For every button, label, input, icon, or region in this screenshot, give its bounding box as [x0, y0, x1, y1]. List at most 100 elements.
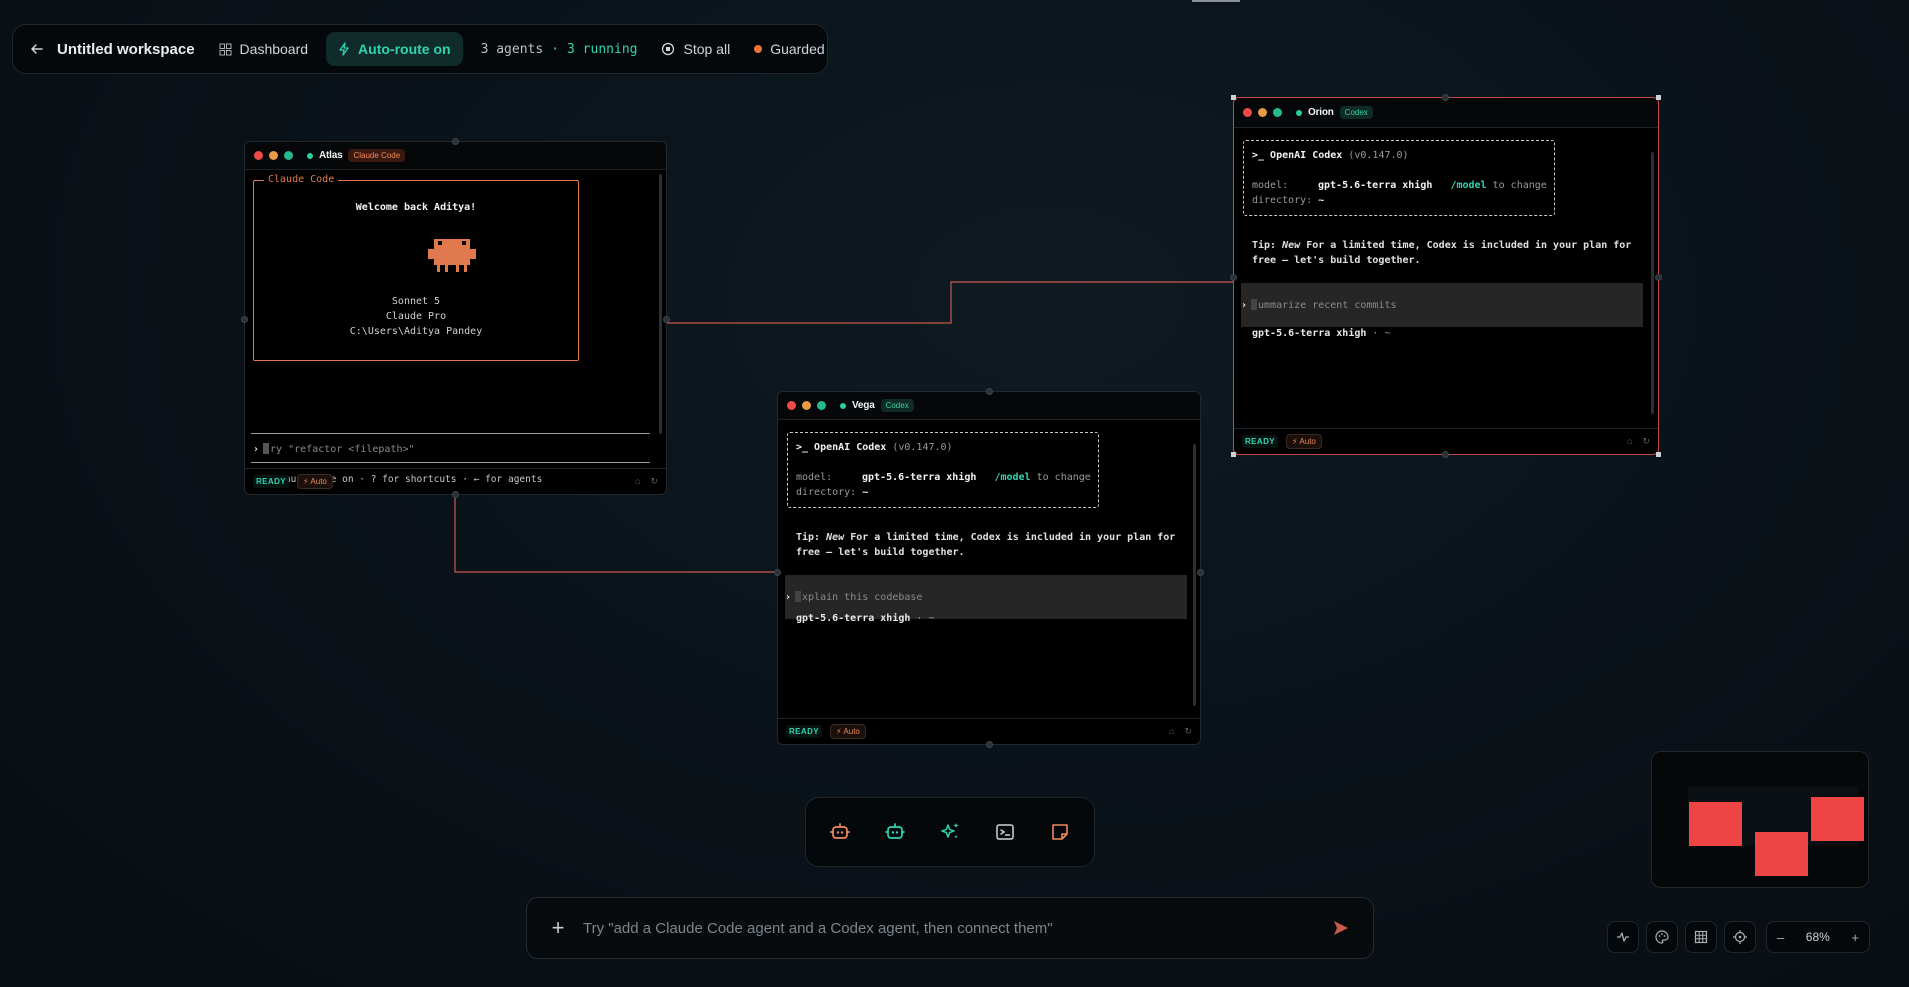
top-indicator [1192, 0, 1240, 2]
resize-handle-top-right[interactable] [1656, 95, 1661, 100]
connect-handle-left[interactable] [1230, 274, 1237, 281]
stop-all-button[interactable]: Stop all [649, 32, 742, 66]
terminal-output[interactable]: Claude Code Welcome back Aditya! Sonnet … [245, 170, 666, 485]
auto-route-toggle[interactable]: Auto-route on [326, 32, 463, 66]
restart-icon[interactable]: ↻ [1642, 436, 1650, 447]
maximize-button[interactable] [817, 401, 826, 410]
resize-handle-bottom-right[interactable] [1656, 452, 1661, 457]
command-input[interactable] [583, 919, 1311, 937]
codex-tip: Tip: New For a limited time, Codex is in… [1252, 238, 1631, 268]
scrollbar[interactable] [1193, 444, 1196, 706]
zoom-out-button[interactable]: – [1777, 930, 1784, 945]
tip-new: New [826, 532, 845, 543]
send-button[interactable] [1327, 914, 1355, 942]
connect-handle-bottom[interactable] [986, 741, 993, 748]
add-terminal-button[interactable] [990, 817, 1021, 848]
connect-handle-right[interactable] [663, 316, 670, 323]
maximize-button[interactable] [1273, 108, 1282, 117]
auto-mode-badge[interactable]: ⚡ Auto [830, 724, 866, 739]
prompt-input[interactable]: ›Try "refactor <filepath>" [253, 443, 415, 455]
connect-handle-left[interactable] [774, 569, 781, 576]
window-titlebar[interactable]: Atlas Claude Code [245, 142, 666, 170]
guarded-mode-button[interactable]: Guarded [742, 32, 836, 66]
ai-assist-button[interactable] [935, 817, 966, 848]
connect-handle-top[interactable] [1442, 94, 1449, 101]
terminal-output[interactable]: >_ OpenAI Codex (v0.147.0) model: gpt-5.6… [778, 420, 1200, 718]
prompt-placeholder: ry "refactor <filepath>" [270, 444, 415, 455]
connect-handle-right[interactable] [1655, 274, 1662, 281]
maximize-button[interactable] [284, 151, 293, 160]
pin-icon[interactable]: ⌂ [1169, 726, 1174, 737]
auto-mode-badge[interactable]: ⚡ Auto [1286, 434, 1322, 449]
close-button[interactable] [787, 401, 796, 410]
workspace-title[interactable]: Untitled workspace [53, 41, 195, 58]
connect-handle-left[interactable] [241, 316, 248, 323]
add-attachment-button[interactable]: + [549, 915, 567, 941]
minimize-button[interactable] [269, 151, 278, 160]
scrollbar[interactable] [1651, 152, 1654, 414]
dashboard-button[interactable]: Dashboard [207, 32, 321, 66]
window-titlebar[interactable]: Vega Codex [778, 392, 1200, 420]
connect-handle-top[interactable] [452, 138, 459, 145]
theme-button[interactable] [1646, 921, 1678, 953]
dot-separator: · [551, 41, 560, 57]
add-note-button[interactable] [1045, 817, 1076, 848]
terminal-output[interactable]: >_ OpenAI Codex (v0.147.0) model: gpt-5.6… [1234, 126, 1658, 428]
model-value: gpt-5.6-terra xhigh [1318, 180, 1433, 191]
agent-type-badge: Codex [880, 399, 914, 412]
close-button[interactable] [1243, 108, 1252, 117]
agent-window-atlas[interactable]: Atlas Claude Code Claude Code Welcome ba… [241, 138, 670, 498]
minimap[interactable] [1651, 751, 1869, 888]
minimize-button[interactable] [1258, 108, 1267, 117]
prompt-placeholder: ummarize recent commits [1258, 300, 1397, 311]
restart-icon[interactable]: ↻ [1184, 726, 1192, 737]
connect-handle-bottom[interactable] [1442, 451, 1449, 458]
grid-toggle-button[interactable] [1685, 921, 1717, 953]
tip-new: New [1282, 240, 1301, 251]
resize-handle-top-left[interactable] [1231, 95, 1236, 100]
prompt-input[interactable]: › ummarize recent commits [1241, 283, 1643, 327]
codex-header: >_ OpenAI Codex [1252, 150, 1343, 161]
codex-header: >_ OpenAI Codex [796, 442, 887, 453]
restart-icon[interactable]: ↻ [650, 476, 658, 487]
status-ready: READY [1242, 435, 1279, 448]
guarded-status-dot [754, 45, 763, 53]
sparkles-icon [941, 823, 959, 839]
codex-agent-icon [885, 823, 905, 839]
scrollbar[interactable] [659, 174, 662, 434]
model-command: /model [994, 472, 1031, 483]
agent-window-vega[interactable]: Vega Codex >_ OpenAI Codex (v0.147.0) mo… [774, 388, 1204, 748]
agent-status: 3 agents · 3 running [469, 32, 650, 66]
workspace-toolbar: Untitled workspace Dashboard Auto-route … [12, 24, 828, 74]
activity-icon [1617, 932, 1629, 942]
recenter-button[interactable] [1724, 921, 1756, 953]
prompt-placeholder: xplain this codebase [802, 592, 923, 603]
agent-window-orion[interactable]: Orion Codex >_ OpenAI Codex (v0.147.0) m… [1230, 94, 1662, 458]
add-claude-agent-button[interactable] [825, 817, 856, 848]
status-ready: READY [786, 725, 823, 738]
pin-icon[interactable]: ⌂ [635, 476, 640, 487]
activity-button[interactable] [1607, 921, 1639, 953]
add-codex-agent-button[interactable] [880, 817, 911, 848]
close-button[interactable] [254, 151, 263, 160]
prompt-caret-icon: › [785, 592, 792, 603]
stop-all-label: Stop all [683, 41, 731, 57]
window-titlebar[interactable]: Orion Codex [1234, 98, 1658, 128]
text-cursor [795, 591, 802, 602]
box-title: Claude Code [264, 174, 339, 185]
zoom-in-button[interactable]: + [1851, 930, 1859, 945]
back-button[interactable]: Untitled workspace [29, 32, 199, 66]
auto-mode-badge[interactable]: ⚡ Auto [297, 474, 333, 489]
tip-label: Tip: [796, 532, 821, 543]
status-dot [307, 152, 313, 159]
minimize-button[interactable] [802, 401, 811, 410]
tip-line-1: For a limited time, Codex is included in… [850, 532, 1176, 543]
connect-handle-top[interactable] [986, 388, 993, 395]
pin-icon[interactable]: ⌂ [1627, 436, 1632, 447]
agent-name: Orion [1308, 107, 1334, 118]
guarded-label: Guarded [770, 41, 825, 57]
auto-label: Auto [1299, 437, 1316, 446]
connect-handle-bottom[interactable] [452, 491, 459, 498]
connect-handle-right[interactable] [1197, 569, 1204, 576]
resize-handle-bottom-left[interactable] [1231, 452, 1236, 457]
